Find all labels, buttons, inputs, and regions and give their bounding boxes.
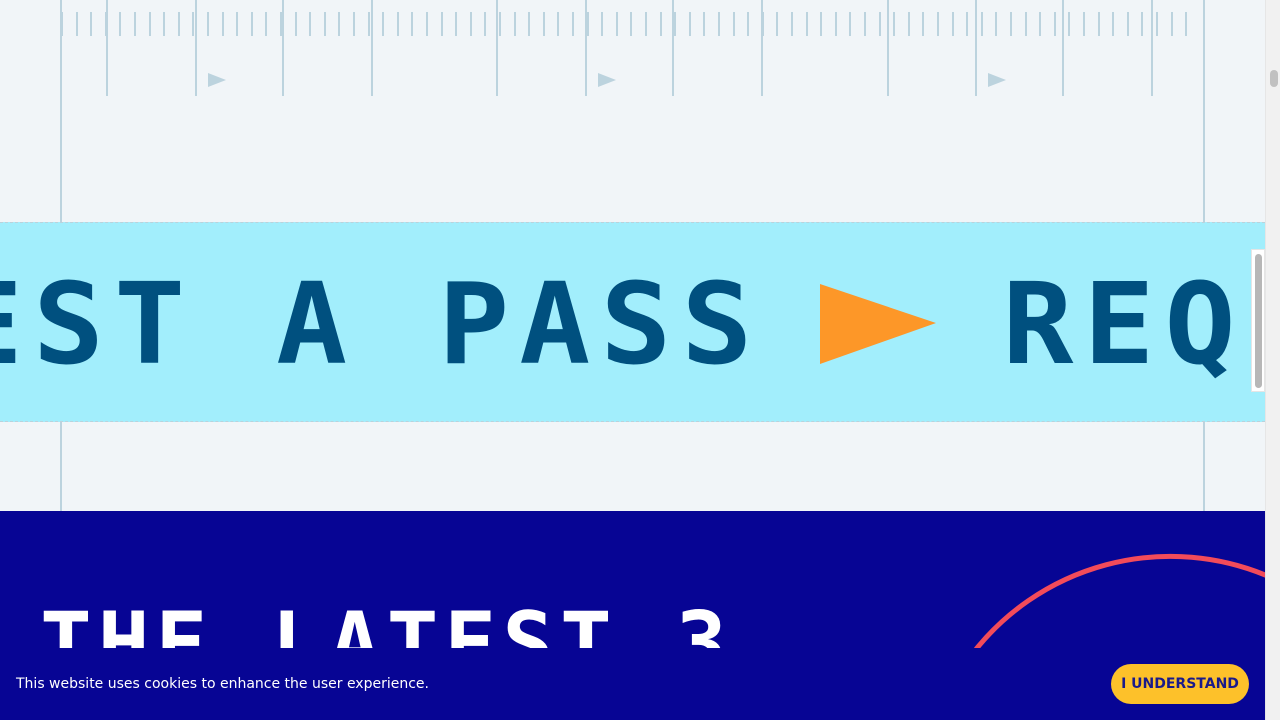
marquee-band: EST A PASS REQU xyxy=(0,222,1265,422)
play-triangle-icon xyxy=(988,73,1006,87)
accept-cookies-button[interactable]: I UNDERSTAND xyxy=(1111,664,1249,704)
ruler-decoration xyxy=(0,0,1265,222)
guide-lines xyxy=(0,421,1265,511)
marquee-track: EST A PASS REQU xyxy=(0,265,1265,383)
marquee-text-right: REQU xyxy=(1002,258,1265,390)
page-scrollbar[interactable] xyxy=(1265,0,1280,720)
page: EST A PASS REQU THE LATEST 3 This websit… xyxy=(0,0,1265,720)
marquee-text-left: EST A PASS xyxy=(0,258,763,390)
marquee-scrollbar-thumb[interactable] xyxy=(1255,254,1262,388)
cookie-message: This website uses cookies to enhance the… xyxy=(16,676,429,692)
marquee-scrollbar[interactable] xyxy=(1251,249,1265,392)
play-triangle-icon xyxy=(598,73,616,87)
page-scrollbar-thumb[interactable] xyxy=(1270,70,1278,87)
play-triangle-icon xyxy=(208,73,226,87)
cookie-banner: This website uses cookies to enhance the… xyxy=(0,648,1265,720)
play-arrow-icon xyxy=(820,284,938,364)
